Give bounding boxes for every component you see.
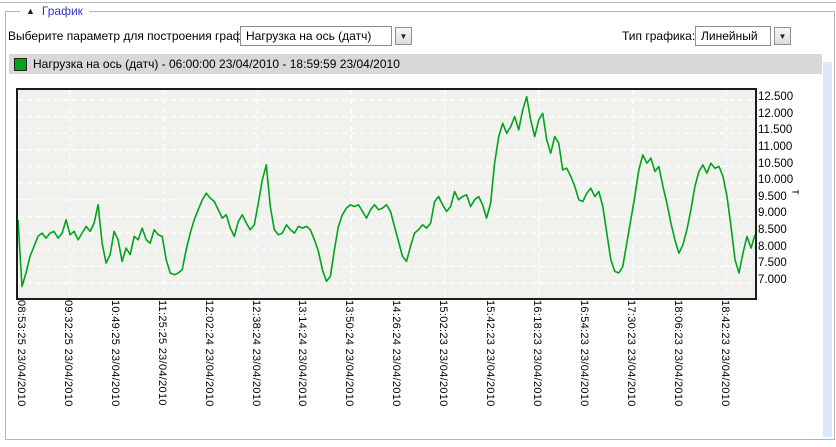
y-tick-label: 10.000 — [758, 174, 793, 186]
chart-type-dropdown-button[interactable]: ▼ — [774, 27, 791, 45]
x-tick-label: 09:32:25 23/04/2010 — [62, 300, 74, 407]
section-title[interactable]: График — [42, 4, 83, 18]
chart-plot-svg — [18, 90, 755, 298]
x-tick-label: 17:30:23 23/04/2010 — [625, 300, 637, 407]
x-tick-label: 16:54:23 23/04/2010 — [578, 300, 590, 407]
y-tick-label: 12.500 — [758, 91, 793, 103]
y-tick-label: 11.000 — [758, 141, 792, 153]
section-header[interactable]: ▲ График — [20, 3, 89, 19]
x-tick-label: 10:49:25 23/04/2010 — [109, 300, 121, 407]
chart-section-panel: ▲ График Выберите параметр для построени… — [0, 0, 836, 447]
y-tick-label: 7.000 — [758, 274, 787, 286]
x-tick-label: 18:06:23 23/04/2010 — [672, 300, 684, 407]
y-axis-unit-label: т — [790, 189, 802, 194]
x-tick-label: 11:25:25 23/04/2010 — [156, 300, 168, 406]
x-tick-label: 12:38:24 23/04/2010 — [250, 300, 262, 407]
top-divider — [0, 2, 836, 3]
y-tick-label: 8.000 — [758, 241, 787, 253]
y-tick-label: 7.500 — [758, 257, 787, 269]
x-tick-label: 12:02:24 23/04/2010 — [203, 300, 215, 407]
x-tick-label: 08:53:25 23/04/2010 — [15, 300, 27, 407]
parameter-combobox[interactable]: Нагрузка на ось (датч) — [240, 26, 392, 46]
parameter-dropdown-button[interactable]: ▼ — [395, 27, 412, 45]
y-tick-label: 12.000 — [758, 108, 793, 120]
chevron-down-icon: ▼ — [779, 32, 787, 41]
y-tick-label: 10.500 — [758, 158, 793, 170]
chevron-down-icon: ▼ — [400, 32, 408, 41]
series-color-swatch — [14, 58, 27, 71]
parameter-combobox-value: Нагрузка на ось (датч) — [246, 29, 371, 43]
chart-type-label: Тип графика: — [622, 26, 695, 46]
parameter-label: Выберите параметр для построения графика… — [8, 26, 265, 46]
x-tick-label: 15:02:23 23/04/2010 — [437, 300, 449, 407]
y-tick-label: 11.500 — [758, 124, 792, 136]
y-tick-label: 9.500 — [758, 191, 787, 203]
x-tick-label: 16:18:23 23/04/2010 — [531, 300, 543, 407]
x-tick-label: 13:50:24 23/04/2010 — [343, 300, 355, 407]
series-legend-text: Нагрузка на ось (датч) - 06:00:00 23/04/… — [33, 57, 400, 71]
vertical-scroll-strip[interactable] — [823, 62, 832, 437]
collapse-arrow-icon[interactable]: ▲ — [26, 7, 35, 16]
x-tick-label: 13:14:24 23/04/2010 — [296, 300, 308, 407]
y-tick-label: 9.000 — [758, 207, 787, 219]
x-tick-label: 14:26:24 23/04/2010 — [390, 300, 402, 407]
chart-type-combobox[interactable]: Линейный — [695, 26, 771, 46]
x-tick-label: 18:42:23 23/04/2010 — [719, 300, 731, 407]
y-tick-label: 8.500 — [758, 224, 787, 236]
chart-legend-bar: Нагрузка на ось (датч) - 06:00:00 23/04/… — [9, 54, 822, 74]
plot-area[interactable] — [16, 88, 757, 300]
x-tick-label: 15:42:23 23/04/2010 — [484, 300, 496, 407]
chart-type-combobox-value: Линейный — [701, 29, 758, 43]
